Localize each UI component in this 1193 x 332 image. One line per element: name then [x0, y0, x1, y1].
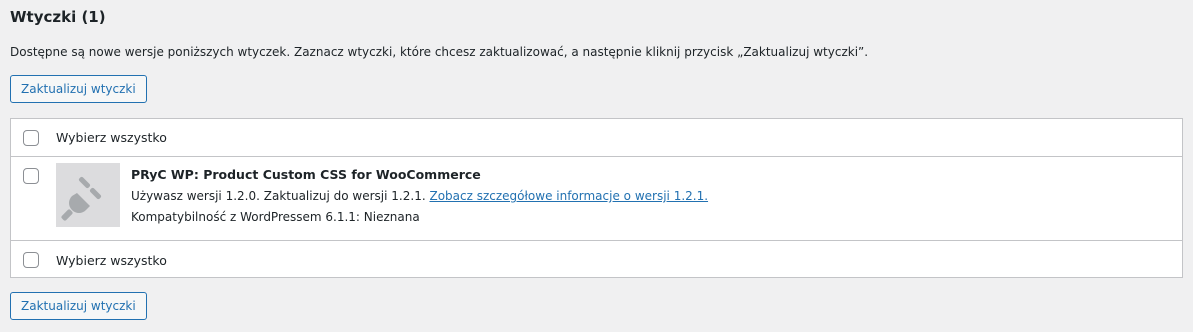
select-all-label-top: Wybierz wszystko — [56, 130, 167, 145]
plugins-update-table: Wybierz wszystko PRyC WP: Product Custom… — [10, 118, 1183, 278]
table-row: PRyC WP: Product Custom CSS for WooComme… — [11, 157, 1182, 241]
plugin-version-text: Używasz wersji 1.2.0. Zaktualizuj do wer… — [131, 189, 426, 203]
plugin-details-link[interactable]: Zobacz szczegółowe informacje o wersji 1… — [429, 189, 708, 203]
section-heading: Wtyczki (1) — [10, 8, 106, 26]
plugin-name: PRyC WP: Product Custom CSS for WooComme… — [131, 167, 481, 182]
section-description: Dostępne są nowe wersje poniższych wtycz… — [10, 45, 869, 59]
select-all-label-bottom: Wybierz wszystko — [56, 253, 167, 268]
table-footer-row: Wybierz wszystko — [11, 241, 1182, 278]
update-plugins-button-top[interactable]: Zaktualizuj wtyczki — [10, 75, 147, 103]
select-all-checkbox-top[interactable] — [23, 130, 39, 146]
plugin-version-info: Używasz wersji 1.2.0. Zaktualizuj do wer… — [131, 188, 708, 205]
plugin-plug-icon — [61, 176, 102, 221]
plugin-thumbnail — [56, 163, 120, 227]
update-plugins-button-bottom[interactable]: Zaktualizuj wtyczki — [10, 292, 147, 320]
select-all-checkbox-bottom[interactable] — [23, 252, 39, 268]
plugin-checkbox[interactable] — [23, 168, 39, 184]
plugin-compatibility: Kompatybilność z WordPressem 6.1.1: Niez… — [131, 210, 420, 224]
table-header-row: Wybierz wszystko — [11, 119, 1182, 157]
plugin-updates-section: Wtyczki (1) Dostępne są nowe wersje poni… — [0, 0, 1193, 332]
